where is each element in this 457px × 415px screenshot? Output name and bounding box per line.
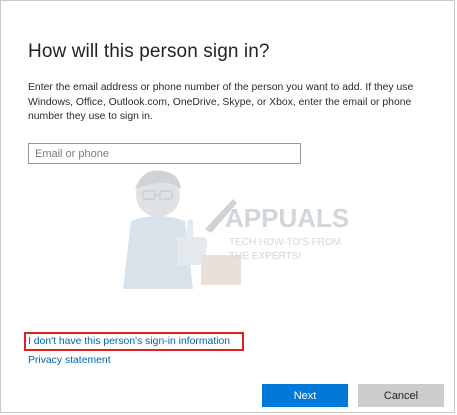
add-user-dialog: How will this person sign in? Enter the … [0, 0, 455, 413]
watermark-brand: APPUALS [225, 203, 349, 233]
cancel-button[interactable]: Cancel [358, 384, 444, 407]
watermark-tagline-1: TECH HOW-TO'S FROM [229, 237, 341, 248]
dialog-description: Enter the email address or phone number … [28, 82, 414, 122]
email-or-phone-input[interactable] [28, 143, 301, 164]
dialog-title: How will this person sign in? [28, 41, 270, 62]
appuals-watermark-logo: APPUALS TECH HOW-TO'S FROM THE EXPERTS! [123, 170, 349, 289]
privacy-statement-link[interactable]: Privacy statement [28, 355, 111, 366]
next-button[interactable]: Next [262, 384, 348, 407]
watermark-tagline-2: THE EXPERTS! [229, 251, 301, 262]
no-sign-in-info-link[interactable]: I don't have this person's sign-in infor… [28, 336, 230, 347]
